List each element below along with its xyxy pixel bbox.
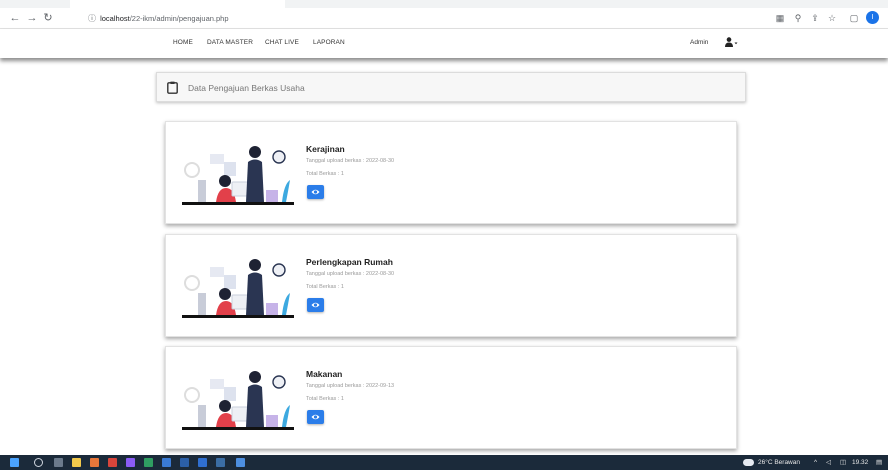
notification-icon[interactable]: ▤ [876,458,882,467]
office-illustration [182,371,294,430]
card-total-files: Total Berkas : 1 [306,284,344,290]
active-tab[interactable] [70,0,285,8]
card-title: Makanan [306,369,343,379]
address-bar[interactable]: ⓘ localhost/22-ikm/admin/pengajuan.php [74,11,834,26]
app-icon[interactable] [236,458,245,467]
browser-toolbar: ← → ↻ ⓘ localhost/22-ikm/admin/pengajuan… [0,0,888,29]
os-taskbar: 26°C Berawan ^ ◁ ◫ 19.32 ▤ [0,455,888,470]
submission-card: Kerajinan Tanggal upload berkas : 2022-0… [165,121,737,224]
nav-laporan[interactable]: LAPORAN [313,39,345,46]
page-title: Data Pengajuan Berkas Usaha [188,83,305,93]
tray-chevron-icon[interactable]: ^ [814,458,817,467]
app-icon[interactable] [126,458,135,467]
task-view-icon[interactable] [54,458,63,467]
user-name: Admin [690,39,709,46]
nav-home[interactable]: HOME [173,39,193,46]
app-icon[interactable] [180,458,189,467]
card-upload-date: Tanggal upload berkas : 2022-08-30 [306,158,395,164]
card-upload-date: Tanggal upload berkas : 2022-09-13 [306,383,395,389]
eye-icon [311,302,320,308]
app-icon[interactable] [216,458,225,467]
tab-strip [0,0,888,8]
weather-label[interactable]: 26°C Berawan [758,458,800,467]
search-icon[interactable] [34,458,43,467]
site-info-icon[interactable]: ⓘ [88,11,98,26]
app-icon[interactable] [108,458,117,467]
arrow-left-icon[interactable]: ← [8,12,22,24]
eye-icon [311,189,320,195]
office-illustration [182,259,294,318]
url-path: /22-ikm/admin/pengajuan.php [129,14,229,23]
card-upload-date: Tanggal upload berkas : 2022-08-30 [306,271,395,277]
card-total-files: Total Berkas : 1 [306,396,344,402]
card-title: Kerajinan [306,144,345,154]
user-dropdown-icon[interactable] [724,37,738,47]
cloud-icon [743,459,754,466]
submission-card: Perlengkapan Rumah Tanggal upload berkas… [165,234,737,337]
file-explorer-icon[interactable] [72,458,81,467]
view-button[interactable] [307,410,324,424]
office-illustration [182,146,294,205]
submission-card: Makanan Tanggal upload berkas : 2022-09-… [165,346,737,449]
arrow-right-icon[interactable]: → [25,12,39,24]
share-icon[interactable]: ⇪ [809,12,821,24]
bookmark-star-icon[interactable]: ☆ [826,12,838,24]
view-button[interactable] [307,185,324,199]
nav-chat-live[interactable]: CHAT LIVE [265,39,299,46]
clipboard-icon [167,81,178,94]
side-panel-icon[interactable]: ▢ [848,12,860,24]
app-icon[interactable] [144,458,153,467]
app-icon[interactable] [90,458,99,467]
nav-data-master[interactable]: DATA MASTER [207,39,253,46]
speaker-icon[interactable]: ◁ [826,458,831,467]
page-header: Data Pengajuan Berkas Usaha [156,72,746,102]
zoom-icon[interactable]: ⚲ [792,12,804,24]
windows-start-icon[interactable] [10,458,19,467]
eye-icon [311,414,320,420]
app-icon[interactable] [198,458,207,467]
profile-avatar[interactable]: I [866,11,879,24]
card-title: Perlengkapan Rumah [306,257,393,267]
network-icon[interactable]: ◫ [840,458,846,467]
top-navbar: HOME DATA MASTER CHAT LIVE LAPORAN Admin [0,29,888,58]
url-host: localhost [100,14,130,23]
card-total-files: Total Berkas : 1 [306,171,344,177]
app-icon[interactable] [162,458,171,467]
view-button[interactable] [307,298,324,312]
clock-time[interactable]: 19.32 [852,458,868,467]
translate-icon[interactable]: ▦ [774,12,786,24]
reload-icon[interactable]: ↻ [41,12,55,24]
